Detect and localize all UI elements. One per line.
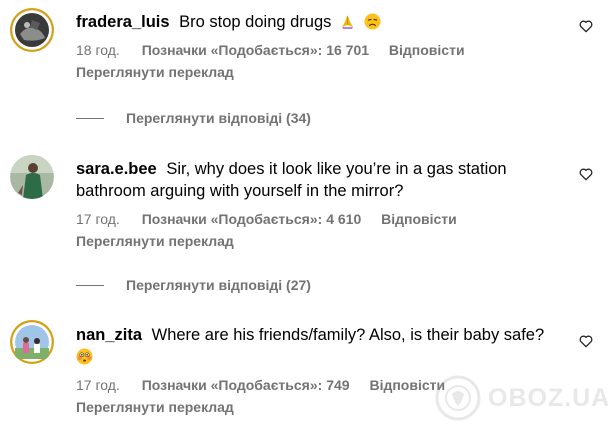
- comment-text-line: [76, 346, 566, 368]
- reply-button[interactable]: Відповісти: [369, 377, 445, 393]
- see-translation-button[interactable]: Переглянути переклад: [76, 398, 566, 416]
- avatar[interactable]: [10, 320, 54, 364]
- comment-time[interactable]: 17 год.: [76, 211, 120, 227]
- comment-body: sara.e.bee Sir, why does it look like yo…: [76, 158, 566, 250]
- like-heart-icon[interactable]: [578, 333, 594, 349]
- see-translation-button[interactable]: Переглянути переклад: [76, 232, 566, 250]
- comment-text: Where are his friends/family? Also, is t…: [151, 326, 545, 344]
- comment-meta: 17 год. Позначки «Подобається»: 749 Відп…: [76, 376, 566, 394]
- replies-divider: [76, 117, 104, 119]
- see-translation-button[interactable]: Переглянути переклад: [76, 63, 566, 81]
- comment-text-line: sara.e.bee Sir, why does it look like yo…: [76, 158, 566, 180]
- view-replies-label: Переглянути відповіді (34): [126, 110, 311, 126]
- likes-count[interactable]: Позначки «Подобається»: 16 701: [142, 42, 369, 58]
- comment-body: nan_zita Where are his friends/family? A…: [76, 324, 566, 416]
- reply-button[interactable]: Відповісти: [381, 211, 457, 227]
- comment-username[interactable]: fradera_luis: [76, 13, 170, 31]
- view-replies-button[interactable]: Переглянути відповіді (27): [76, 276, 311, 294]
- comment-text-line: fradera_luis Bro stop doing drugs: [76, 11, 566, 33]
- avatar[interactable]: [10, 155, 54, 199]
- comment-text-line: nan_zita Where are his friends/family? A…: [76, 324, 566, 346]
- view-replies-button[interactable]: Переглянути відповіді (34): [76, 109, 311, 127]
- comment-meta: 17 год. Позначки «Подобається»: 4 610 Ві…: [76, 210, 566, 228]
- comment-meta: 18 год. Позначки «Подобається»: 16 701 В…: [76, 41, 566, 59]
- comment-body: fradera_luis Bro stop doing drugs 18 год…: [76, 11, 566, 81]
- replies-divider: [76, 284, 104, 286]
- likes-count[interactable]: Позначки «Подобається»: 4 610: [142, 211, 362, 227]
- view-replies-label: Переглянути відповіді (27): [126, 277, 311, 293]
- folded-hands-emoji: [339, 13, 356, 30]
- comment-username[interactable]: sara.e.bee: [76, 160, 157, 178]
- like-heart-icon[interactable]: [578, 166, 594, 182]
- comment-username[interactable]: nan_zita: [76, 326, 142, 344]
- disappointed-face-emoji: [364, 13, 381, 30]
- comment-time[interactable]: 17 год.: [76, 377, 120, 393]
- comment-text: Sir, why does it look like you’re in a g…: [166, 160, 507, 178]
- likes-count[interactable]: Позначки «Подобається»: 749: [142, 377, 350, 393]
- comment-time[interactable]: 18 год.: [76, 42, 120, 58]
- avatar[interactable]: [10, 8, 54, 52]
- like-heart-icon[interactable]: [578, 18, 594, 34]
- reply-button[interactable]: Відповісти: [389, 42, 465, 58]
- comment-text-line: bathroom arguing with yourself in the mi…: [76, 182, 404, 200]
- flushed-face-emoji: [76, 348, 93, 365]
- comment-text: Bro stop doing drugs: [179, 13, 332, 31]
